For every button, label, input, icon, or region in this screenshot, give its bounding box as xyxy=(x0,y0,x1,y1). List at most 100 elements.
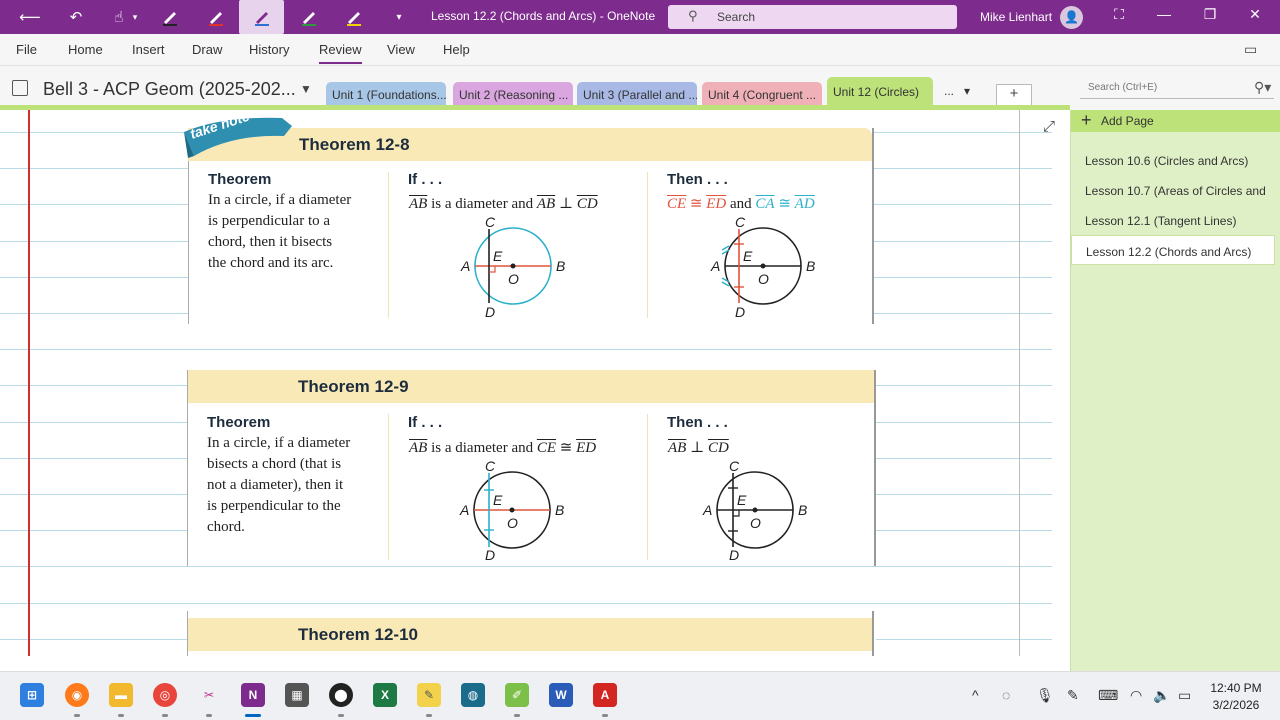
page-item-lesson-12-1[interactable]: Lesson 12.1 (Tangent Lines) xyxy=(1071,205,1275,235)
highlighter-yellow-icon[interactable] xyxy=(339,0,369,34)
statement-line: In a circle, if a diameter xyxy=(207,435,351,451)
document-title: Lesson 12.2 (Chords and Arcs) - OneNote xyxy=(431,9,656,23)
running-indicator xyxy=(514,714,520,717)
segment-label: CD xyxy=(576,196,598,212)
ruled-line xyxy=(0,349,1052,350)
tab-home[interactable]: Home xyxy=(68,42,103,57)
chrome-icon[interactable]: ◎ xyxy=(153,683,177,707)
immersive-reader-icon[interactable]: ▭ xyxy=(1244,41,1257,58)
customize-toolbar-icon[interactable]: ▾ xyxy=(384,0,414,34)
point-e-label: E xyxy=(737,492,747,508)
clock-time[interactable]: 12:40 PM xyxy=(1206,681,1266,695)
tab-insert[interactable]: Insert xyxy=(132,42,165,57)
show-hidden-icons-icon[interactable]: ^ xyxy=(972,687,979,703)
point-a-label: A xyxy=(459,502,469,518)
acrobat-icon[interactable]: A xyxy=(593,683,617,707)
more-sections-button[interactable]: ... ▾ xyxy=(944,84,970,98)
section-tab-unit-3[interactable]: Unit 3 (Parallel and ... xyxy=(577,82,697,107)
tab-view[interactable]: View xyxy=(387,42,415,57)
congruent-symbol: ≅ xyxy=(778,196,791,212)
segment-label: AB xyxy=(536,196,556,212)
card-border xyxy=(188,161,189,324)
running-indicator xyxy=(602,714,608,717)
section-tab-unit-1[interactable]: Unit 1 (Foundations... xyxy=(326,82,446,107)
theorem-title: Theorem 12-9 xyxy=(298,377,409,396)
tab-history[interactable]: History xyxy=(249,42,289,57)
congruent-symbol: ≅ xyxy=(559,440,573,456)
tab-help[interactable]: Help xyxy=(443,42,470,57)
pen-blue-icon[interactable] xyxy=(239,0,284,34)
theorem-header xyxy=(187,618,874,651)
webex-icon[interactable]: ◍ xyxy=(461,683,485,707)
page-item-lesson-12-2[interactable]: Lesson 12.2 (Chords and Arcs) xyxy=(1071,235,1275,265)
page-edge-line xyxy=(1019,110,1020,656)
segment-label: ED xyxy=(706,196,727,212)
page-item-lesson-10-7[interactable]: Lesson 10.7 (Areas of Circles and xyxy=(1071,175,1275,205)
pen-black-icon[interactable] xyxy=(155,0,185,34)
section-tab-unit-2[interactable]: Unit 2 (Reasoning ... xyxy=(453,82,573,107)
plus-icon: + xyxy=(1081,110,1092,130)
point-c-label: C xyxy=(485,458,496,474)
expand-icon[interactable]: ⤢ xyxy=(1043,118,1055,135)
statement-line: the chord and its arc. xyxy=(208,255,334,271)
calculator-icon[interactable]: ▦ xyxy=(285,683,309,707)
running-indicator xyxy=(426,714,432,717)
add-section-button[interactable]: + xyxy=(996,84,1032,106)
tab-review[interactable]: Review xyxy=(319,42,362,64)
davinci-icon[interactable]: ⬤ xyxy=(329,683,353,707)
point-a-label: A xyxy=(702,502,712,518)
pen-red-icon[interactable] xyxy=(201,0,231,34)
add-page-button[interactable]: + Add Page xyxy=(1071,110,1280,132)
notebook-dropdown-icon[interactable]: ▼ xyxy=(300,82,312,96)
card-border xyxy=(874,370,876,566)
search-box[interactable]: ⚲ Search xyxy=(668,5,957,29)
statement-line: bisects a chord (that is xyxy=(207,456,342,472)
firefox-icon[interactable]: ◉ xyxy=(65,683,89,707)
wifi-icon[interactable]: ◠ xyxy=(1130,687,1142,704)
if-condition: AB is a diameter and AB ⊥ CD xyxy=(409,194,598,213)
green-app-icon[interactable]: ✐ xyxy=(505,683,529,707)
onenote-icon[interactable]: N xyxy=(241,683,265,707)
undo-icon[interactable]: ↶ xyxy=(61,0,91,34)
point-d-label: D xyxy=(729,547,739,563)
touch-mode-dropdown-icon[interactable]: ▾ xyxy=(128,0,142,34)
ribbon-tabs: File Home Insert Draw History Review Vie… xyxy=(0,34,1280,66)
volume-icon[interactable]: 🔈 xyxy=(1153,687,1170,704)
close-icon[interactable]: ✕ xyxy=(1240,6,1270,28)
pen-green-icon[interactable] xyxy=(294,0,324,34)
point-b-label: B xyxy=(806,258,815,274)
battery-icon[interactable]: ▭ xyxy=(1178,687,1191,704)
keyboard-icon[interactable]: ⌨ xyxy=(1098,687,1118,704)
notebook-bar: Bell 3 - ACP Geom (2025-202... ▼ Unit 1 … xyxy=(0,66,1280,110)
microphone-icon[interactable]: 🎙 xyxy=(1036,687,1054,704)
pencil-app-icon[interactable]: ✎ xyxy=(417,683,441,707)
page-search-input[interactable]: Search (Ctrl+E) ⚲▾ xyxy=(1080,77,1274,99)
section-tab-unit-4[interactable]: Unit 4 (Congruent ... xyxy=(702,82,822,107)
file-explorer-icon[interactable]: ▬ xyxy=(109,683,133,707)
notebook-name[interactable]: Bell 3 - ACP Geom (2025-202... xyxy=(43,79,296,100)
section-tab-unit-12[interactable]: Unit 12 (Circles) xyxy=(827,77,933,107)
point-d-label: D xyxy=(485,304,495,320)
title-bar: ⟵ ↶ ☝ ▾ ▾ Lesson 12.2 (Chords and Arcs) … xyxy=(0,0,1280,34)
excel-icon[interactable]: X xyxy=(373,683,397,707)
notebook-icon[interactable] xyxy=(12,80,28,96)
user-name[interactable]: Mike Lienhart xyxy=(980,10,1052,24)
point-e-label: E xyxy=(493,492,503,508)
statement-line: chord, then it bisects xyxy=(208,234,333,250)
word-icon[interactable]: W xyxy=(549,683,573,707)
clock-date[interactable]: 3/2/2026 xyxy=(1206,698,1266,712)
tab-file[interactable]: File xyxy=(16,42,37,57)
tab-draw[interactable]: Draw xyxy=(192,42,222,57)
avatar[interactable]: 👤 xyxy=(1060,6,1083,29)
pen-menu-icon[interactable]: ✎ xyxy=(1067,687,1079,704)
back-icon[interactable]: ⟵ xyxy=(15,0,45,34)
minimize-icon[interactable]: — xyxy=(1149,6,1179,28)
snipping-tool-icon[interactable]: ✂ xyxy=(197,683,221,707)
page-item-lesson-10-6[interactable]: Lesson 10.6 (Circles and Arcs) xyxy=(1071,145,1275,175)
restore-icon[interactable]: ❐ xyxy=(1195,6,1225,28)
margin-line xyxy=(28,110,30,656)
meet-now-icon[interactable]: ◌ xyxy=(1002,687,1010,703)
full-screen-icon[interactable]: ⛶ xyxy=(1104,6,1134,28)
start-icon[interactable]: ⊞ xyxy=(20,683,44,707)
then-condition: CE ≅ ED and CA ≅ AD xyxy=(667,194,815,213)
